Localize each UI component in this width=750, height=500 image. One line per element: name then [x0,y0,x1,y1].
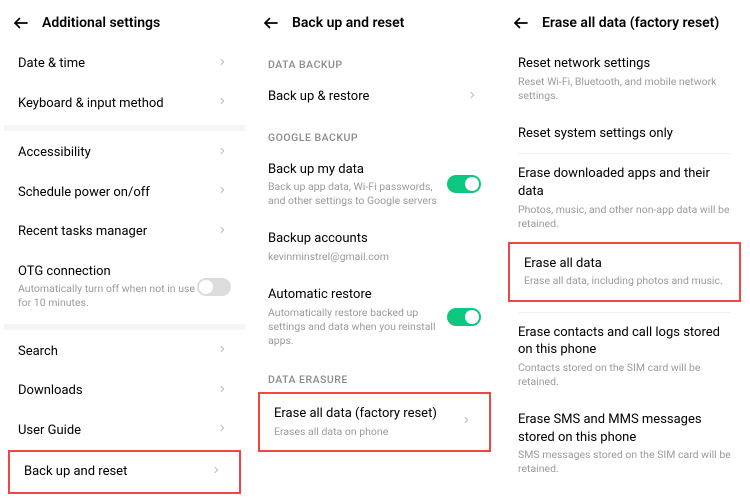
chevron-right-icon [217,384,231,398]
row-back-up-and-reset[interactable]: Back up and reset [10,452,239,492]
divider [4,324,245,330]
row-erase-apps[interactable]: Erase downloaded apps and their data Pho… [504,154,745,241]
row-search[interactable]: Search [4,332,245,372]
panel-additional-settings: Additional settings Date & time Keyboard… [0,0,250,500]
row-back-up-my-data[interactable]: Back up my data Back up app data, Wi-Fi … [254,150,495,220]
row-keyboard[interactable]: Keyboard & input method [4,84,245,124]
chevron-right-icon [217,96,231,110]
page-title: Additional settings [42,15,160,31]
row-date-time[interactable]: Date & time [4,44,245,84]
row-erase-all-data[interactable]: Erase all data Erase all data, including… [510,244,739,300]
chevron-right-icon [217,225,231,239]
highlight-erase-all-data: Erase all data Erase all data, including… [508,242,741,302]
chevron-right-icon [217,57,231,71]
back-icon[interactable] [10,12,32,34]
chevron-right-icon [467,90,481,104]
automatic-restore-toggle[interactable] [447,308,481,326]
back-icon[interactable] [260,12,282,34]
row-schedule-power[interactable]: Schedule power on/off [4,173,245,213]
row-reset-network[interactable]: Reset network settings Reset Wi-Fi, Blue… [504,44,745,114]
panel-erase-all-data: Erase all data (factory reset) Reset net… [500,0,750,500]
chevron-right-icon [217,146,231,160]
header: Additional settings [4,0,245,44]
chevron-right-icon [217,423,231,437]
row-downloads[interactable]: Downloads [4,371,245,411]
chevron-right-icon [211,465,225,479]
otg-toggle[interactable] [197,278,231,296]
row-backup-accounts[interactable]: Backup accounts kevinminstrel@gmail.com [254,219,495,275]
row-automatic-restore[interactable]: Automatic restore Automatically restore … [254,275,495,359]
page-title: Erase all data (factory reset) [542,15,719,31]
page-title: Back up and reset [292,15,404,31]
section-google-backup: GOOGLE BACKUP [254,117,495,150]
header: Back up and reset [254,0,495,44]
section-data-backup: DATA BACKUP [254,44,495,77]
row-backup-restore[interactable]: Back up & restore [254,77,495,117]
row-erase-sms[interactable]: Erase SMS and MMS messages stored on thi… [504,400,745,487]
row-erase-all-factory-reset[interactable]: Erase all data (factory reset) Erases al… [260,394,489,450]
chevron-right-icon [217,344,231,358]
header: Erase all data (factory reset) [504,0,745,44]
highlight-erase-all-factory: Erase all data (factory reset) Erases al… [258,392,491,452]
divider [4,125,245,131]
row-otg-connection[interactable]: OTG connection Automatically turn off wh… [4,252,245,322]
row-user-guide[interactable]: User Guide [4,411,245,451]
row-reset-system[interactable]: Reset system settings only [504,114,745,154]
back-icon[interactable] [510,12,532,34]
panel-back-up-and-reset: Back up and reset DATA BACKUP Back up & … [250,0,500,500]
row-accessibility[interactable]: Accessibility [4,133,245,173]
chevron-right-icon [217,185,231,199]
highlight-backup-reset: Back up and reset [8,450,241,494]
row-recent-tasks[interactable]: Recent tasks manager [4,212,245,252]
section-data-erasure: DATA ERASURE [254,359,495,392]
backup-my-data-toggle[interactable] [447,175,481,193]
chevron-right-icon [461,415,475,429]
row-erase-contacts[interactable]: Erase contacts and call logs stored on t… [504,313,745,400]
